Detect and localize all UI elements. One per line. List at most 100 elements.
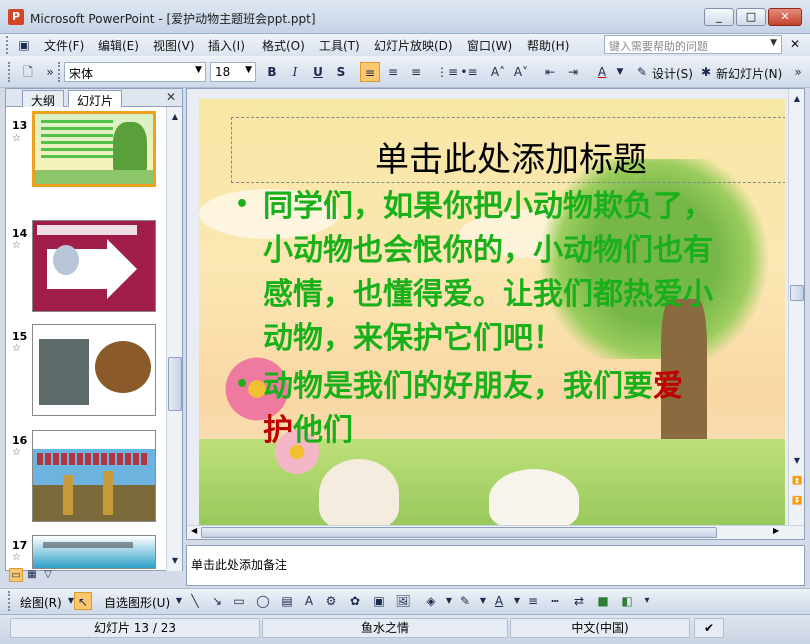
new-slide-icon[interactable]: ✱: [696, 62, 716, 82]
toolbar-grip-2[interactable]: [58, 62, 62, 82]
shadow-button[interactable]: S: [331, 62, 351, 82]
help-search-input[interactable]: 键入需要帮助的问题 ▼: [604, 35, 782, 54]
slide-horizontal-scrollbar[interactable]: ◀ ▶: [187, 525, 804, 539]
autoshapes-menu-button[interactable]: 自选图形(U): [104, 594, 170, 611]
font-color-button[interactable]: A: [592, 62, 612, 82]
shadow-style-icon[interactable]: ■: [594, 592, 612, 610]
line-style-icon[interactable]: ≡: [524, 592, 542, 610]
slide-thumbnail-14[interactable]: [32, 220, 156, 312]
scroll-left-icon[interactable]: ◀: [191, 526, 197, 535]
close-icon[interactable]: ✕: [166, 90, 176, 104]
dash-style-icon[interactable]: ┅: [546, 592, 564, 610]
font-name-select[interactable]: 宋体 ▼: [64, 62, 206, 82]
notes-pane[interactable]: 单击此处添加备注: [186, 545, 805, 586]
status-slide-info: 幻灯片 13 / 23: [10, 618, 260, 638]
textbox-tool-icon[interactable]: ▤: [278, 592, 296, 610]
design-button[interactable]: 设计(S): [652, 65, 693, 82]
menu-format[interactable]: 格式(O): [262, 37, 305, 54]
diagram-tool-icon[interactable]: ⚙: [322, 592, 340, 610]
design-icon[interactable]: ✎: [632, 62, 652, 82]
scrollbar-thumb[interactable]: [790, 285, 804, 301]
close-document-button[interactable]: ✕: [790, 37, 800, 51]
underline-button[interactable]: U: [308, 62, 328, 82]
decrease-indent-button[interactable]: ⇤: [540, 62, 560, 82]
bullet-2[interactable]: • 动物是我们的好朋友，我们要爱 护他们: [235, 365, 785, 453]
scroll-right-icon[interactable]: ▶: [773, 526, 779, 535]
insert-picture-icon[interactable]: ▣: [370, 592, 388, 610]
3d-style-icon[interactable]: ◧: [618, 592, 636, 610]
draw-menu-button[interactable]: 绘图(R): [20, 594, 62, 611]
menu-grip[interactable]: [6, 36, 10, 54]
picture-tool-icon[interactable]: 🖼: [394, 592, 412, 610]
line-tool-icon[interactable]: ╲: [186, 592, 204, 610]
align-right-button[interactable]: ≡: [406, 62, 426, 82]
slideshow-icon[interactable]: ▽: [41, 568, 55, 582]
toolbar-options-icon[interactable]: »: [788, 62, 808, 82]
toolbar-options-icon[interactable]: ▾: [638, 592, 656, 610]
tab-slides[interactable]: 幻灯片: [68, 90, 123, 108]
rectangle-tool-icon[interactable]: ▭: [230, 592, 248, 610]
slide-vertical-scrollbar[interactable]: ▲ ▼ ⏫ ⏬: [788, 89, 804, 525]
scroll-up-icon[interactable]: ▲: [787, 89, 807, 109]
new-document-icon[interactable]: 🗋: [18, 62, 38, 82]
slide-thumbnail-16[interactable]: [32, 430, 156, 522]
scroll-down-icon[interactable]: ▼: [165, 551, 185, 571]
arrow-tool-icon[interactable]: ↘: [208, 592, 226, 610]
menu-edit[interactable]: 编辑(E): [98, 37, 139, 54]
clipart-tool-icon[interactable]: ✿: [346, 592, 364, 610]
new-slide-button[interactable]: 新幻灯片(N): [716, 65, 782, 82]
italic-button[interactable]: I: [285, 62, 305, 82]
oval-tool-icon[interactable]: ◯: [254, 592, 272, 610]
toolbar-options-icon[interactable]: »: [40, 62, 60, 82]
scroll-up-icon[interactable]: ▲: [165, 107, 185, 127]
font-color-icon[interactable]: A: [490, 592, 508, 610]
chevron-down-icon[interactable]: ▼: [610, 62, 630, 82]
menu-slideshow[interactable]: 幻灯片放映(D): [374, 37, 453, 54]
numbering-button[interactable]: ⋮≡: [436, 62, 458, 82]
line-color-icon[interactable]: ✎: [456, 592, 474, 610]
font-size-select[interactable]: 18 ▼: [210, 62, 256, 82]
align-center-button[interactable]: ≡: [383, 62, 403, 82]
menu-help[interactable]: 帮助(H): [527, 37, 569, 54]
arrow-style-icon[interactable]: ⇄: [570, 592, 588, 610]
bullet-1-line-2: 小动物也会恨你的，小动物们也有: [263, 233, 713, 268]
thumbnails-scrollbar[interactable]: ▲ ▼: [166, 107, 182, 571]
select-objects-icon[interactable]: ↖: [74, 592, 92, 610]
powerpoint-app-icon[interactable]: P: [8, 9, 24, 25]
fill-color-icon[interactable]: ◈: [422, 592, 440, 610]
bold-button[interactable]: B: [262, 62, 282, 82]
scrollbar-thumb[interactable]: [168, 357, 182, 411]
menu-tools[interactable]: 工具(T): [319, 37, 360, 54]
menu-file[interactable]: 文件(F): [44, 37, 84, 54]
previous-slide-icon[interactable]: ⏫: [787, 471, 807, 491]
chevron-down-icon[interactable]: ▼: [770, 38, 777, 48]
align-left-button[interactable]: ≡: [360, 62, 380, 82]
slide-thumbnail-13[interactable]: [32, 111, 156, 187]
menu-insert[interactable]: 插入(I): [208, 37, 245, 54]
title-placeholder[interactable]: 单击此处添加标题: [231, 117, 785, 183]
minimize-button[interactable]: _: [704, 8, 734, 26]
slide-canvas[interactable]: 单击此处添加标题 • 同学们，如果你把小动物欺负了， 小动物也会恨你的，小动物们…: [199, 99, 785, 527]
next-slide-icon[interactable]: ⏬: [787, 491, 807, 511]
menu-window[interactable]: 窗口(W): [467, 37, 512, 54]
bullet-1[interactable]: • 同学们，如果你把小动物欺负了， 小动物也会恨你的，小动物们也有 感情，也懂得…: [235, 185, 785, 361]
increase-indent-button[interactable]: ⇥: [563, 62, 583, 82]
bullets-button[interactable]: •≡: [459, 62, 479, 82]
slide-thumbnail-15[interactable]: [32, 324, 156, 416]
scroll-down-icon[interactable]: ▼: [787, 451, 807, 471]
slide-sorter-icon[interactable]: ▦: [25, 568, 39, 582]
scrollbar-thumb[interactable]: [201, 527, 717, 538]
menu-view[interactable]: 视图(V): [153, 37, 195, 54]
tab-outline[interactable]: 大纲: [22, 90, 65, 108]
increase-font-button[interactable]: A˄: [488, 62, 508, 82]
toolbar-grip[interactable]: [8, 591, 12, 611]
normal-view-icon[interactable]: ▭: [9, 568, 23, 582]
spellcheck-icon[interactable]: ✔: [694, 618, 724, 638]
slide-thumbnail-17[interactable]: [32, 535, 156, 569]
decrease-font-button[interactable]: A˅: [511, 62, 531, 82]
document-icon[interactable]: ▣: [14, 35, 34, 55]
close-button[interactable]: ✕: [768, 8, 802, 26]
toolbar-grip[interactable]: [8, 62, 12, 82]
wordart-tool-icon[interactable]: A: [300, 592, 318, 610]
maximize-button[interactable]: □: [736, 8, 766, 26]
